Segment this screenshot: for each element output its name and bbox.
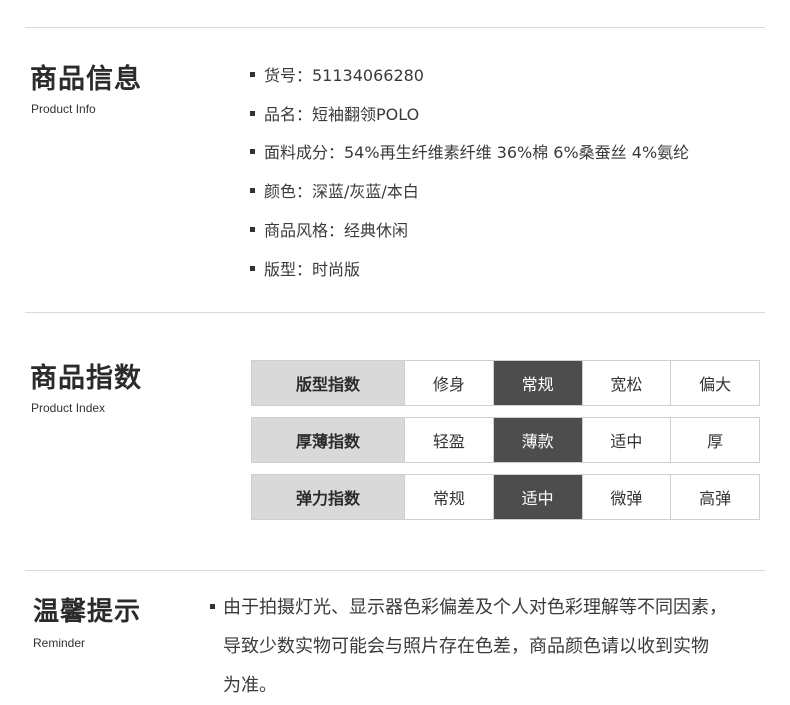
bullet-icon (250, 72, 255, 77)
info-item: 版型：时尚版 (250, 256, 360, 280)
bullet-icon (250, 188, 255, 193)
product-info-title: 商品信息 (30, 64, 142, 95)
index-option: 微弹 (581, 475, 671, 519)
info-item: 颜色：深蓝/灰蓝/本白 (250, 178, 419, 202)
index-row-thickness: 厚薄指数 轻盈 薄款 适中 厚 (251, 417, 760, 463)
bullet-icon (250, 227, 255, 232)
product-index-subtitle: Product Index (31, 401, 106, 415)
info-item: 面料成分：54%再生纤维素纤维 36%棉 6%桑蚕丝 4%氨纶 (250, 139, 689, 163)
index-option-selected: 薄款 (492, 418, 582, 462)
info-item-text: 品名：短袖翻领POLO (264, 105, 420, 124)
index-option: 宽松 (581, 361, 671, 405)
bullet-icon (250, 149, 255, 154)
reminder-line: 导致少数实物可能会与照片存在色差，商品颜色请以收到实物 (223, 636, 709, 657)
info-item-text: 颜色：深蓝/灰蓝/本白 (264, 182, 419, 201)
reminder-line: 为准。 (223, 675, 277, 696)
reminder-subtitle: Reminder (33, 636, 86, 650)
reminder-title: 温馨提示 (33, 597, 142, 627)
info-item: 货号：51134066280 (250, 62, 424, 86)
top-divider (25, 27, 765, 28)
section-divider (25, 570, 765, 571)
index-option-selected: 适中 (492, 475, 582, 519)
index-option: 偏大 (670, 361, 759, 405)
reminder-line: 由于拍摄灯光、显示器色彩偏差及个人对色彩理解等不同因素， (210, 588, 780, 627)
info-item-text: 面料成分：54%再生纤维素纤维 36%棉 6%桑蚕丝 4%氨纶 (264, 143, 690, 162)
index-option: 厚 (670, 418, 759, 462)
reminder-line-text: 由于拍摄灯光、显示器色彩偏差及个人对色彩理解等不同因素， (223, 597, 727, 618)
index-option: 高弹 (670, 475, 759, 519)
index-row-label: 厚薄指数 (252, 418, 404, 462)
info-item-text: 版型：时尚版 (264, 260, 361, 279)
product-index-title: 商品指数 (30, 363, 142, 394)
index-option: 常规 (404, 475, 493, 519)
index-row-fit: 版型指数 修身 常规 宽松 偏大 (251, 360, 760, 406)
index-option: 轻盈 (404, 418, 493, 462)
index-option: 修身 (404, 361, 493, 405)
section-divider (25, 312, 765, 313)
bullet-icon (210, 603, 215, 609)
info-item-text: 货号：51134066280 (264, 66, 424, 85)
index-option-selected: 常规 (492, 361, 582, 405)
index-row-label: 版型指数 (252, 361, 404, 405)
product-info-subtitle: Product Info (31, 102, 96, 116)
info-item-text: 商品风格：经典休闲 (264, 221, 409, 240)
info-item: 商品风格：经典休闲 (250, 217, 408, 241)
bullet-icon (250, 111, 255, 116)
bullet-icon (250, 266, 255, 271)
index-row-elasticity: 弹力指数 常规 适中 微弹 高弹 (251, 474, 760, 520)
reminder-text: 由于拍摄灯光、显示器色彩偏差及个人对色彩理解等不同因素， 导致少数实物可能会与照… (210, 588, 780, 705)
index-row-label: 弹力指数 (252, 475, 404, 519)
info-item: 品名：短袖翻领POLO (250, 101, 419, 125)
index-option: 适中 (581, 418, 671, 462)
